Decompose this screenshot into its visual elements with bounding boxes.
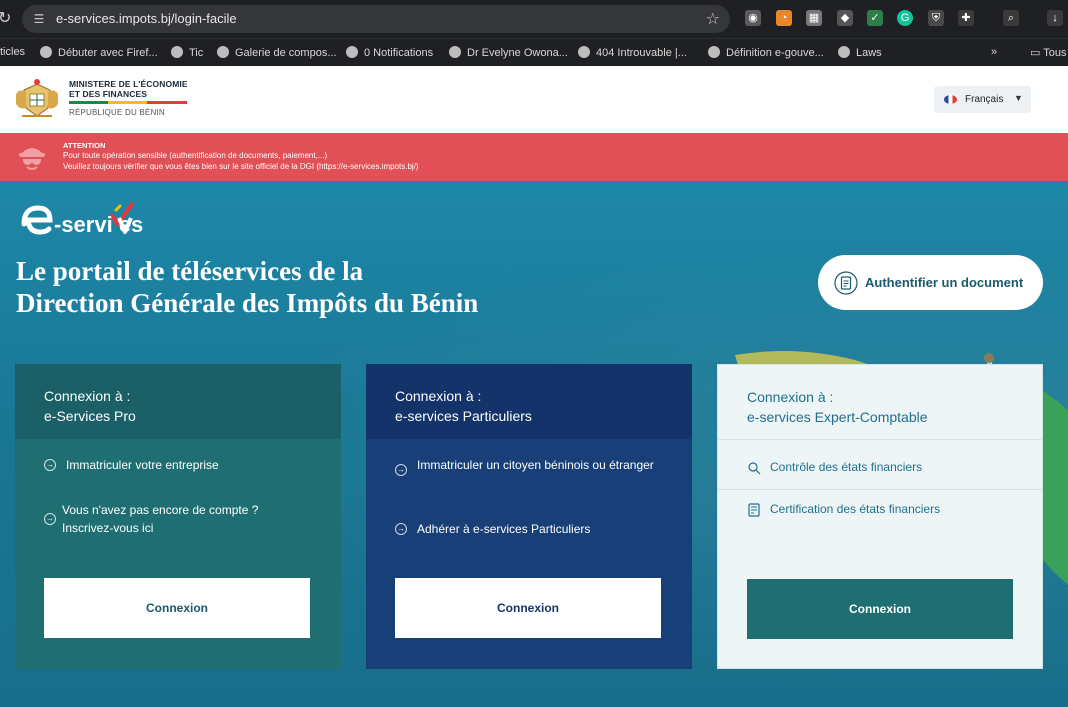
alert-title: ATTENTION: [63, 141, 106, 150]
france-flag-icon: [944, 95, 957, 104]
arrow-right-icon: →: [44, 513, 56, 525]
bookmark-item[interactable]: 404 Introuvable |...: [578, 46, 687, 59]
certificate-icon: [748, 503, 760, 517]
bookmarks-overflow-button[interactable]: »: [991, 46, 997, 58]
globe-icon: [346, 46, 358, 58]
arrow-right-icon: →: [395, 464, 407, 476]
connexion-pro-button[interactable]: Connexion: [44, 578, 310, 638]
globe-icon: [40, 46, 52, 58]
bookmark-folder[interactable]: ▭ Tous: [1030, 46, 1067, 59]
puzzle-extensions-icon[interactable]: ✚: [958, 10, 974, 26]
site-info-icon[interactable]: ☰: [30, 10, 48, 28]
shield-extension-icon[interactable]: ⛨: [928, 10, 944, 26]
card-title: e-Services Pro: [44, 408, 136, 424]
hacker-mask-icon: [19, 148, 45, 170]
bookmark-item[interactable]: Dr Evelyne Owona...: [449, 46, 568, 59]
globe-icon: [578, 46, 590, 58]
authenticate-document-button[interactable]: Authentifier un document: [818, 255, 1043, 310]
card-title: e-services Particuliers: [395, 408, 532, 424]
search-document-icon: [748, 462, 761, 475]
bookmarks-bar: ticles Débuter avec Firef... Tic Galerie…: [0, 38, 1068, 66]
grammarly-extension-icon[interactable]: G: [897, 10, 913, 26]
link-register-company[interactable]: → Immatriculer votre entreprise: [44, 456, 314, 474]
card-header: Connexion à : e-services Particuliers: [366, 364, 692, 439]
link-join-particuliers[interactable]: → Adhérer à e-services Particuliers: [395, 520, 665, 538]
bookmark-item[interactable]: ticles: [0, 46, 25, 58]
link-financial-control[interactable]: Contrôle des états financiers: [718, 447, 1042, 489]
card-eservices-expert-comptable: Connexion à : e-services Expert-Comptabl…: [717, 364, 1043, 669]
folder-icon: ▭: [1030, 47, 1044, 59]
security-alert-banner: ATTENTION Pour toute opération sensible …: [0, 133, 1068, 181]
alert-line-1: Pour toute opération sensible (authentif…: [63, 151, 328, 160]
globe-icon: [171, 46, 183, 58]
card-title-prefix: Connexion à :: [395, 388, 482, 404]
e-services-logo[interactable]: -servi es: [20, 202, 180, 242]
bookmark-item[interactable]: Définition e-gouve...: [708, 46, 824, 59]
camera-extension-icon[interactable]: ◉: [745, 10, 761, 26]
dev-extension-icon[interactable]: ◆: [837, 10, 853, 26]
arrow-right-icon: →: [395, 523, 407, 535]
alert-line-2: Veuillez toujours vérifier que vous êtes…: [63, 162, 419, 171]
url-text: e-services.impots.bj/login-facile: [56, 11, 237, 26]
page-headline: Le portail de téléservices de la Directi…: [16, 256, 479, 318]
connexion-particuliers-button[interactable]: Connexion: [395, 578, 661, 638]
card-eservices-pro: Connexion à : e-Services Pro → Immatricu…: [15, 364, 341, 669]
globe-icon: [217, 46, 229, 58]
globe-icon: [838, 46, 850, 58]
link-signup[interactable]: → Vous n'avez pas encore de compte ? Ins…: [44, 501, 294, 537]
card-header: Connexion à : e-Services Pro: [15, 364, 341, 439]
authenticate-document-label: Authentifier un document: [865, 275, 1024, 290]
tab-search-icon[interactable]: ⌕: [1003, 10, 1019, 26]
browser-toolbar: ↻ ☰ e-services.impots.bj/login-facile ☆ …: [0, 0, 1068, 38]
arrow-right-icon: →: [44, 459, 56, 471]
verified-extension-icon[interactable]: ✓: [867, 10, 883, 26]
bookmark-star-icon[interactable]: ☆: [706, 9, 720, 29]
bookmark-item[interactable]: Débuter avec Firef...: [40, 46, 158, 59]
language-selector[interactable]: Français ▼: [934, 86, 1031, 113]
tricolor-bar: [69, 101, 187, 104]
bookmark-item[interactable]: Galerie de compos...: [217, 46, 337, 59]
globe-icon: [708, 46, 720, 58]
connexion-expert-comptable-button[interactable]: Connexion: [747, 579, 1013, 639]
benin-coat-of-arms-icon[interactable]: [14, 78, 60, 120]
link-financial-certification[interactable]: Certification des états financiers: [718, 489, 1042, 531]
bookmark-item[interactable]: Tic: [171, 46, 203, 59]
download-icon[interactable]: ↓: [1047, 10, 1063, 26]
language-label: Français: [965, 94, 1004, 105]
globe-icon: [449, 46, 461, 58]
republic-label: RÉPUBLIQUE DU BÉNIN: [69, 108, 165, 117]
bookmark-item[interactable]: 0 Notifications: [346, 46, 433, 59]
document-check-icon: [834, 271, 858, 295]
card-eservices-particuliers: Connexion à : e-services Particuliers → …: [366, 364, 692, 669]
address-bar[interactable]: ☰ e-services.impots.bj/login-facile ☆: [22, 5, 730, 33]
card-title-prefix: Connexion à :: [747, 389, 834, 405]
rss-extension-icon[interactable]: ◔: [776, 10, 792, 26]
link-register-citizen[interactable]: → Immatriculer un citoyen béninois ou ét…: [395, 456, 655, 476]
reload-icon[interactable]: ↻: [0, 8, 11, 28]
bookmark-item[interactable]: Laws: [838, 46, 882, 59]
clapper-extension-icon[interactable]: ▦: [806, 10, 822, 26]
card-title: e-services Expert-Comptable: [747, 409, 928, 425]
caret-down-icon: ▼: [1014, 93, 1023, 103]
ministry-name: MINISTERE DE L'ÉCONOMIE ET DES FINANCES: [69, 79, 188, 99]
card-title-prefix: Connexion à :: [44, 388, 131, 404]
card-header: Connexion à : e-services Expert-Comptabl…: [718, 365, 1042, 440]
site-header: MINISTERE DE L'ÉCONOMIE ET DES FINANCES …: [0, 66, 1068, 133]
